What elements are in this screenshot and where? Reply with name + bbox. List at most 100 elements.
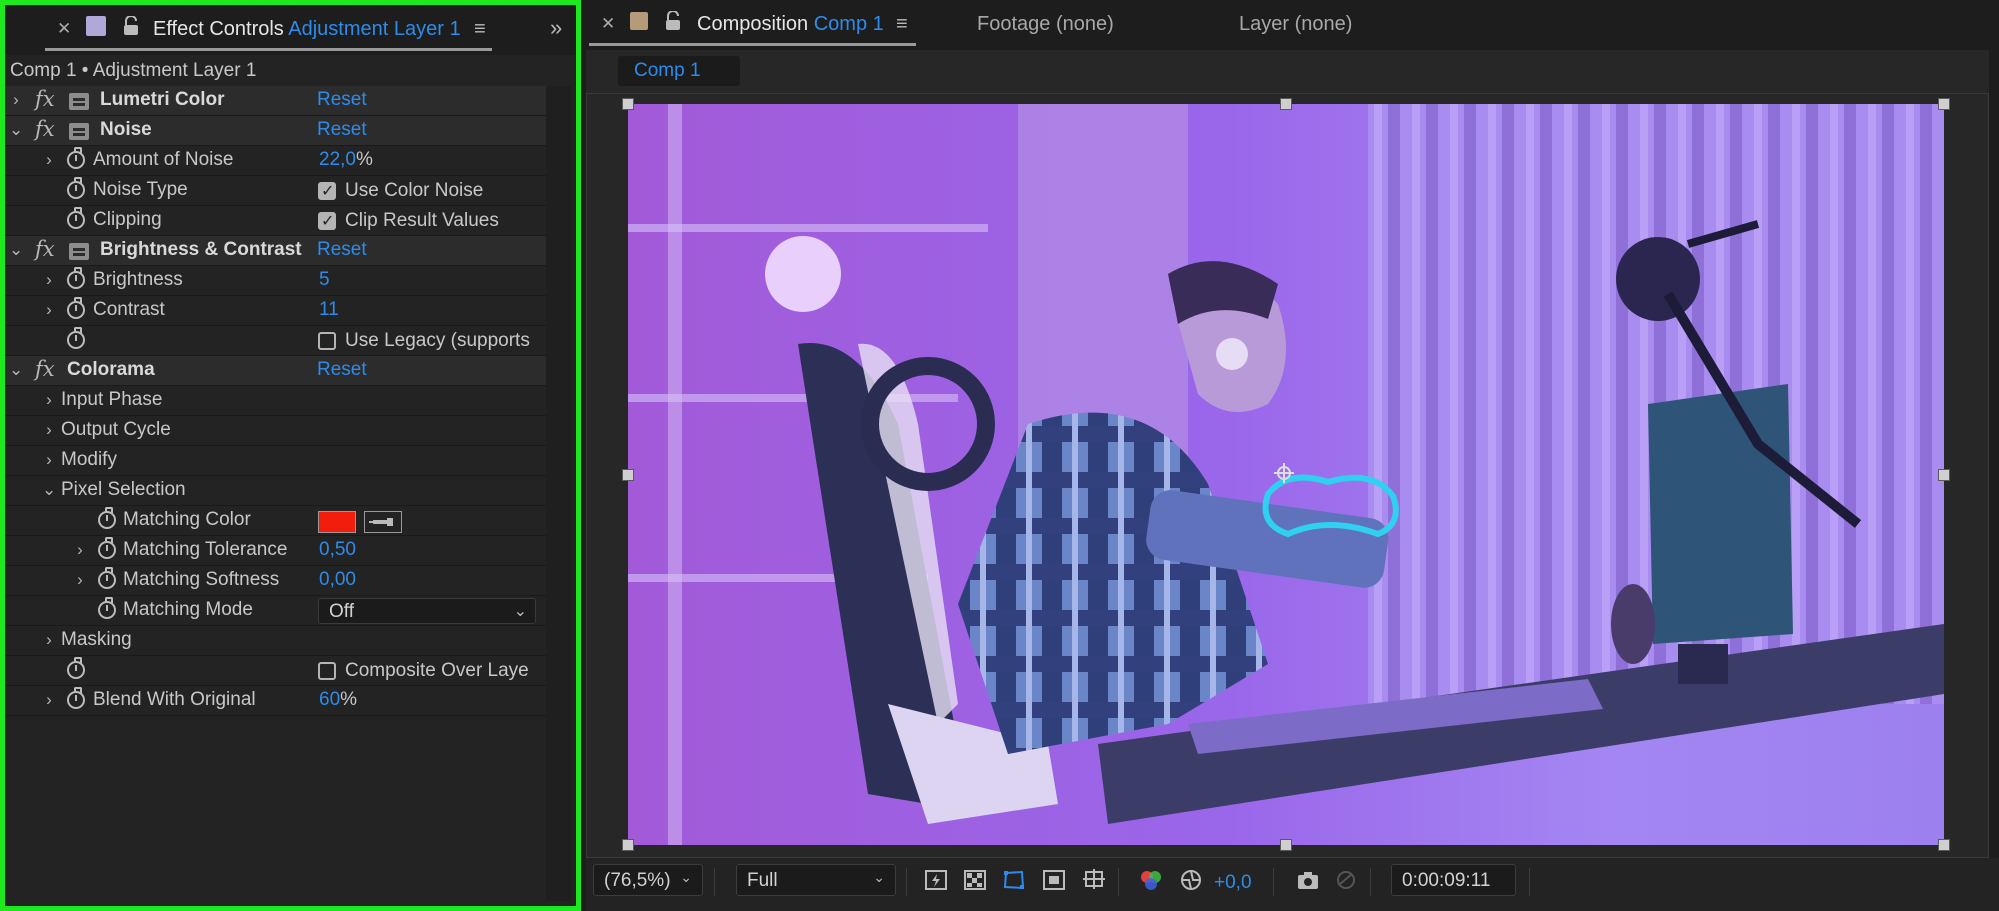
transform-handle[interactable] — [1280, 839, 1292, 851]
stopwatch-icon[interactable] — [67, 327, 85, 349]
reset-button[interactable]: Reset — [317, 239, 367, 261]
exposure-value[interactable]: +0,0 — [1214, 872, 1252, 894]
reset-button[interactable]: Reset — [317, 89, 367, 111]
fx-icon[interactable]: fx — [35, 357, 55, 381]
mask-visibility-icon[interactable] — [1002, 868, 1026, 892]
use-color-noise-checkbox[interactable] — [318, 181, 336, 200]
panel-menu-icon[interactable]: ≡ — [896, 13, 908, 36]
property-matching-tolerance[interactable]: › Matching Tolerance 0,50 — [5, 536, 546, 566]
close-tab-icon[interactable]: ✕ — [601, 14, 615, 34]
stopwatch-icon[interactable] — [67, 687, 85, 709]
composition-tab-title[interactable]: Composition Comp 1 — [697, 13, 884, 36]
value-number[interactable]: 60 — [319, 689, 340, 710]
transform-handle[interactable] — [1938, 839, 1950, 851]
stopwatch-icon[interactable] — [67, 147, 85, 169]
chevron-right-icon[interactable]: › — [42, 390, 56, 410]
stopwatch-icon[interactable] — [67, 297, 85, 319]
panel-scrollbar[interactable] — [546, 86, 571, 901]
clip-result-values-checkbox[interactable] — [318, 211, 336, 230]
layer-tab[interactable]: Layer (none) — [1239, 13, 1352, 36]
fx-icon[interactable]: fx — [35, 87, 55, 111]
chevron-right-icon[interactable]: › — [42, 420, 56, 440]
composite-over-layer-checkbox[interactable] — [318, 662, 336, 680]
property-blend-with-original[interactable]: › Blend With Original 60% — [5, 686, 546, 716]
effect-brightness-contrast[interactable]: ⌄ fx Brightness & Contrast Reset — [5, 236, 546, 266]
expand-panels-icon[interactable]: » — [550, 15, 562, 41]
property-matching-softness[interactable]: › Matching Softness 0,00 — [5, 566, 546, 596]
amount-value[interactable]: 22,0% — [319, 149, 373, 171]
snapshot-camera-icon[interactable] — [1296, 868, 1320, 892]
matching-color-swatch[interactable] — [318, 511, 356, 533]
chevron-right-icon[interactable]: › — [73, 570, 87, 590]
transform-handle[interactable] — [622, 839, 634, 851]
panel-menu-icon[interactable]: ≡ — [474, 18, 486, 41]
eyedropper-icon[interactable] — [364, 511, 402, 533]
lock-icon[interactable] — [123, 15, 139, 36]
chevron-right-icon[interactable]: › — [42, 630, 56, 650]
property-brightness[interactable]: › Brightness 5 — [5, 266, 546, 296]
group-input-phase[interactable]: › Input Phase — [5, 386, 546, 416]
zoom-dropdown[interactable]: (76,5%) ⌄ — [593, 864, 703, 896]
chevron-down-icon[interactable]: ⌄ — [9, 120, 23, 140]
stopwatch-icon[interactable] — [67, 207, 85, 229]
stopwatch-icon[interactable] — [98, 537, 116, 559]
close-tab-icon[interactable]: ✕ — [57, 19, 71, 39]
comp-1-tab[interactable]: Comp 1 — [618, 56, 740, 86]
chevron-right-icon[interactable]: › — [73, 540, 87, 560]
matching-mode-dropdown[interactable]: Off ⌄ — [318, 598, 536, 624]
use-legacy-checkbox[interactable] — [318, 332, 336, 350]
value-number[interactable]: 22,0 — [319, 149, 356, 170]
chevron-right-icon[interactable]: › — [42, 300, 56, 320]
chevron-down-icon[interactable]: ⌄ — [42, 480, 56, 500]
contrast-value[interactable]: 11 — [319, 299, 339, 321]
effect-colorama[interactable]: ⌄ fx Colorama Reset — [5, 356, 546, 386]
chevron-down-icon[interactable]: ⌄ — [9, 240, 23, 260]
fast-previews-icon[interactable] — [924, 868, 948, 892]
exposure-reset-icon[interactable] — [1179, 868, 1203, 892]
region-of-interest-icon[interactable] — [1042, 868, 1066, 892]
chevron-right-icon[interactable]: › — [9, 90, 23, 110]
property-contrast[interactable]: › Contrast 11 — [5, 296, 546, 326]
fx-icon[interactable]: fx — [35, 117, 55, 141]
effect-controls-tab-title[interactable]: Effect Controls Adjustment Layer 1 — [153, 18, 461, 41]
group-modify[interactable]: › Modify — [5, 446, 546, 476]
stopwatch-icon[interactable] — [67, 267, 85, 289]
reset-button[interactable]: Reset — [317, 359, 367, 381]
tolerance-value[interactable]: 0,50 — [319, 539, 356, 561]
current-time-field[interactable]: 0:00:09:11 — [1391, 864, 1516, 896]
stopwatch-icon[interactable] — [98, 507, 116, 529]
transform-handle[interactable] — [1938, 469, 1950, 481]
transform-handle[interactable] — [622, 469, 634, 481]
effect-lumetri-color[interactable]: › fx Lumetri Color Reset — [5, 86, 546, 116]
transform-handle[interactable] — [1938, 98, 1950, 110]
group-output-cycle[interactable]: › Output Cycle — [5, 416, 546, 446]
brightness-value[interactable]: 5 — [319, 269, 330, 291]
resolution-dropdown[interactable]: Full ⌄ — [736, 864, 896, 896]
effect-noise[interactable]: ⌄ fx Noise Reset — [5, 116, 546, 146]
softness-value[interactable]: 0,00 — [319, 569, 356, 591]
anchor-point-icon[interactable] — [1274, 463, 1294, 483]
stopwatch-icon[interactable] — [67, 177, 85, 199]
chevron-right-icon[interactable]: › — [42, 450, 56, 470]
stopwatch-icon[interactable] — [98, 597, 116, 619]
blend-value[interactable]: 60% — [319, 689, 357, 711]
footage-tab[interactable]: Footage (none) — [977, 13, 1114, 36]
transform-handle[interactable] — [622, 98, 634, 110]
chevron-right-icon[interactable]: › — [42, 150, 56, 170]
fx-icon[interactable]: fx — [35, 237, 55, 261]
chevron-right-icon[interactable]: › — [42, 270, 56, 290]
grid-guides-icon[interactable] — [1082, 868, 1106, 892]
transform-handle[interactable] — [1280, 98, 1292, 110]
channel-rgb-icon[interactable] — [1139, 868, 1163, 892]
group-pixel-selection[interactable]: ⌄ Pixel Selection — [5, 476, 546, 506]
reset-button[interactable]: Reset — [317, 119, 367, 141]
show-snapshot-icon[interactable] — [1334, 868, 1358, 892]
stopwatch-icon[interactable] — [98, 567, 116, 589]
property-amount-of-noise[interactable]: › Amount of Noise 22,0% — [5, 146, 546, 176]
lock-icon[interactable] — [665, 10, 681, 31]
group-masking[interactable]: › Masking — [5, 626, 546, 656]
chevron-right-icon[interactable]: › — [42, 690, 56, 710]
transparency-grid-icon[interactable] — [963, 868, 987, 892]
chevron-down-icon[interactable]: ⌄ — [9, 360, 23, 380]
stopwatch-icon[interactable] — [67, 657, 85, 679]
